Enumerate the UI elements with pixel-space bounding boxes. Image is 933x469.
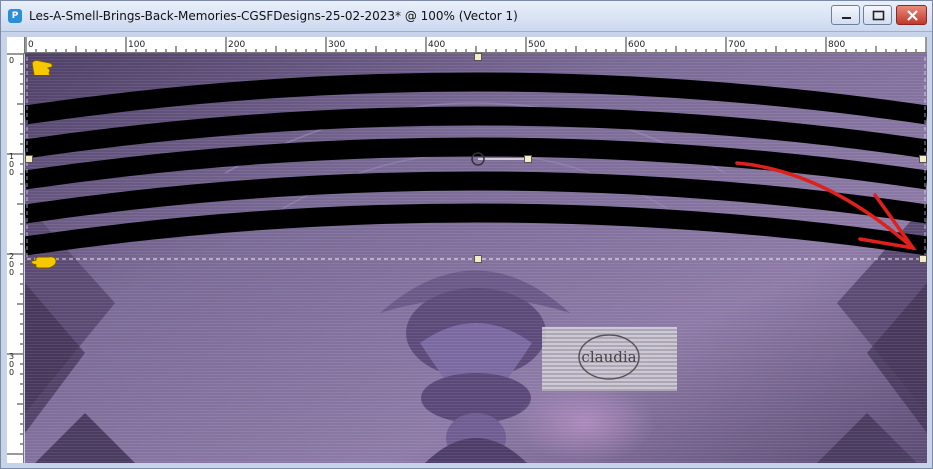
ruler-label: 800	[828, 40, 845, 50]
ruler-corner	[7, 37, 25, 54]
watermark-stripe	[542, 341, 677, 343]
watermark-stripe	[542, 329, 677, 331]
top-center-handle[interactable]	[474, 53, 482, 61]
ruler-label: 0	[28, 40, 34, 50]
watermark-text: claudia	[581, 348, 636, 366]
ruler-label: 0	[9, 56, 14, 65]
ruler-label-300: 3 0 0	[9, 352, 14, 377]
ruler-label: 100	[128, 40, 145, 50]
rotation-handle[interactable]	[524, 155, 532, 163]
watermark-stripe	[542, 345, 677, 347]
paintshop-pro-icon: P	[8, 9, 22, 23]
title-bar[interactable]: P Les-A-Smell-Brings-Back-Memories-CGSFD…	[1, 1, 932, 32]
pointing-hand-icon	[31, 59, 53, 75]
maximize-button[interactable]	[863, 5, 892, 25]
ruler-label: 700	[728, 40, 745, 50]
close-button[interactable]	[896, 5, 927, 25]
ruler-label-200: 2 0 0	[9, 252, 14, 277]
minimize-icon	[842, 17, 851, 19]
ruler-label: 200	[228, 40, 245, 50]
ruler-label: 300	[328, 40, 345, 50]
watermark-stripe	[542, 337, 677, 339]
svg-text:0: 0	[9, 168, 14, 177]
right-center-handle[interactable]	[919, 155, 927, 163]
close-icon	[907, 10, 918, 21]
vertical-ruler[interactable]: 0 1 0 0 2 0 0 3 0 0	[7, 53, 24, 463]
svg-text:0: 0	[9, 268, 14, 277]
bottom-right-handle[interactable]	[919, 255, 927, 263]
pointing-hand-icon	[30, 256, 56, 269]
left-center-handle[interactable]	[25, 155, 33, 163]
watermark-stripe	[542, 369, 677, 371]
watermark-stripe	[542, 389, 677, 391]
ruler-label: 400	[428, 40, 445, 50]
watermark-stripe	[542, 373, 677, 375]
watermark-stripe	[542, 385, 677, 387]
image-canvas[interactable]: claudia	[25, 53, 927, 463]
ruler-label-100: 1 0 0	[9, 152, 14, 177]
ruler-label: 600	[628, 40, 645, 50]
horizontal-ruler[interactable]: 0 100 200 300 400 500 600 700 800	[25, 37, 927, 53]
maximize-icon	[872, 10, 885, 21]
window-title: Les-A-Smell-Brings-Back-Memories-CGSFDes…	[29, 9, 518, 23]
svg-text:0: 0	[9, 368, 14, 377]
ruler-label: 500	[528, 40, 545, 50]
watermark-stripe	[542, 381, 677, 383]
watermark-logo: claudia	[542, 327, 677, 391]
minimize-button[interactable]	[831, 5, 860, 25]
bottom-center-handle[interactable]	[474, 255, 482, 263]
image-window: P Les-A-Smell-Brings-Back-Memories-CGSFD…	[0, 0, 933, 469]
